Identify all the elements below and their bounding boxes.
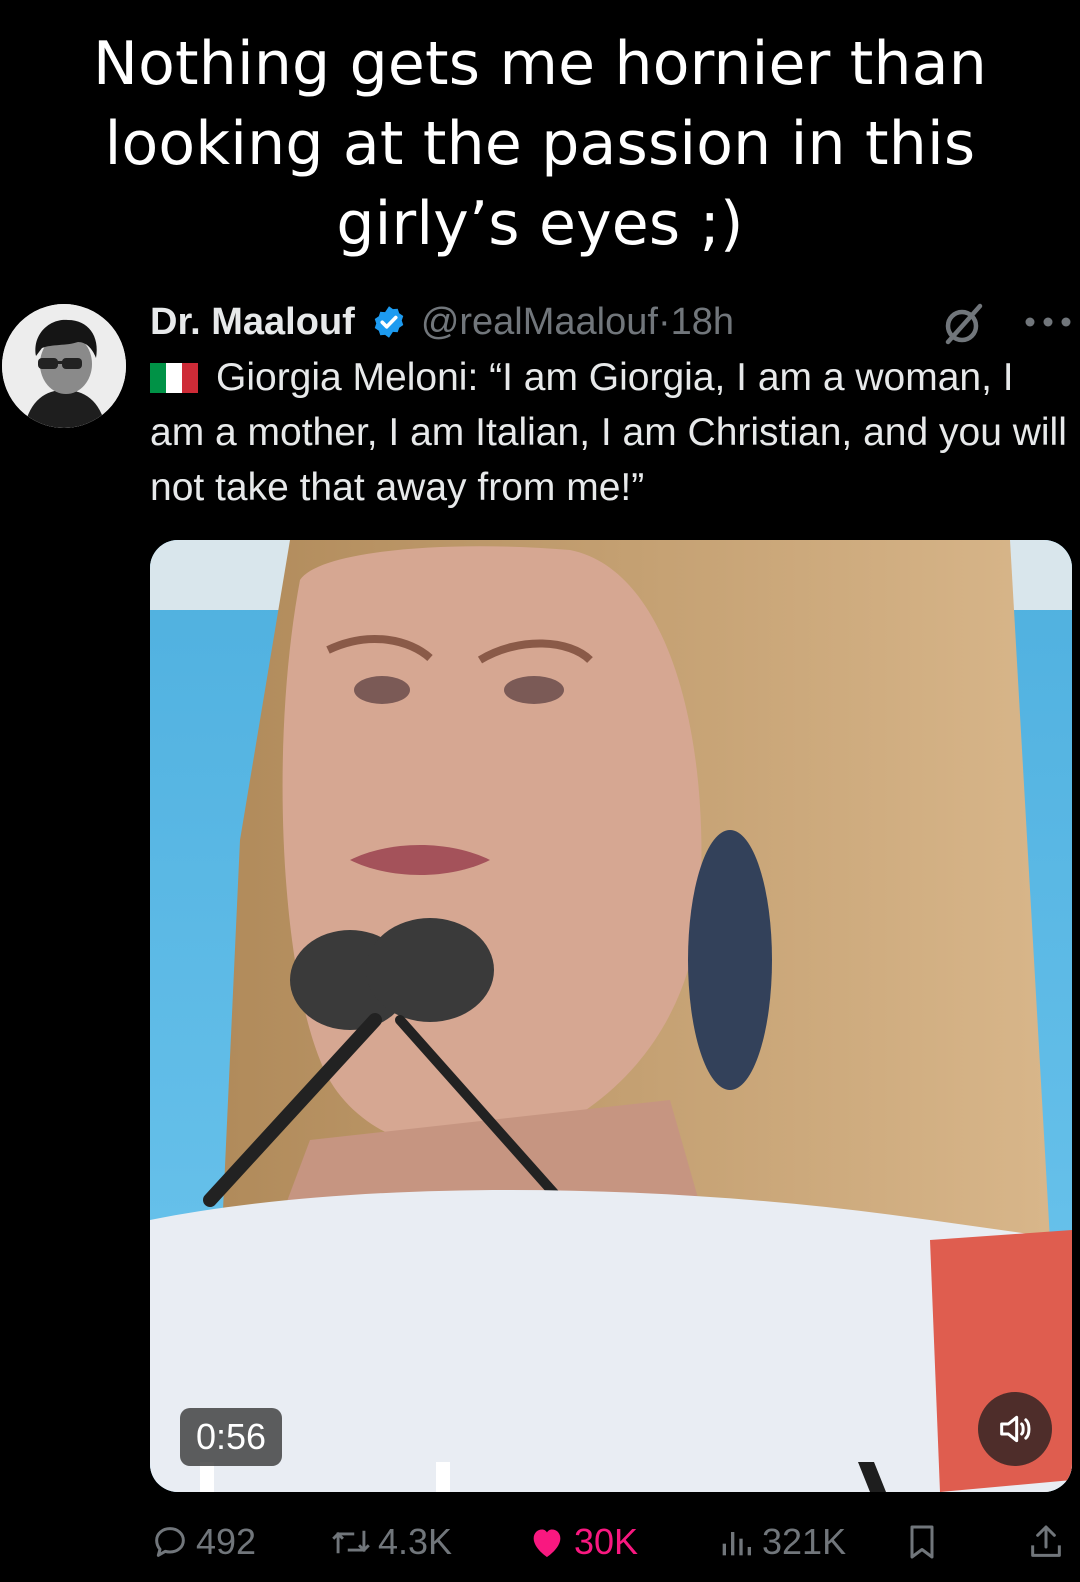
reply-icon (155, 1527, 185, 1557)
avatar[interactable] (2, 304, 126, 428)
views-button[interactable]: 321K (716, 1512, 846, 1572)
tweet-header: Dr. Maalouf @realMaalouf·18h (150, 296, 734, 348)
analytics-icon (722, 1532, 751, 1556)
share-button[interactable] (1026, 1512, 1072, 1572)
mute-toggle-button[interactable] (978, 1392, 1052, 1466)
italy-flag-icon (150, 363, 198, 393)
repost-icon (332, 1530, 370, 1554)
video-thumbnail (150, 540, 1072, 1492)
tweet-actions: 492 4.3K 30K 321K (150, 1512, 1080, 1572)
verified-badge-icon (371, 304, 407, 340)
speaker-icon (1000, 1415, 1031, 1443)
repost-button[interactable]: 4.3K (330, 1512, 452, 1572)
view-count: 321K (762, 1521, 847, 1562)
more-options-icon[interactable] (1020, 306, 1076, 338)
share-icon (1031, 1525, 1061, 1557)
caption-line: Nothing gets me hornier than (93, 29, 987, 99)
caption-text: Nothing gets me hornier than looking at … (40, 24, 1040, 264)
caption-line: looking at the passion in this (104, 109, 976, 179)
caption-line: girly’s eyes ;) (336, 189, 744, 259)
reply-count: 492 (196, 1521, 257, 1562)
video-player[interactable]: 0:56 (150, 540, 1072, 1492)
separator: · (657, 300, 671, 343)
heart-icon (533, 1529, 561, 1557)
bookmark-icon (910, 1525, 934, 1559)
bookmark-button[interactable] (902, 1512, 948, 1572)
handle[interactable]: @realMaalouf (421, 301, 658, 343)
timestamp[interactable]: 18h (671, 301, 734, 343)
reply-button[interactable]: 492 (150, 1512, 256, 1572)
grok-icon[interactable] (940, 300, 988, 348)
tweet-text: Giorgia Meloni: “I am Giorgia, I am a wo… (150, 350, 1075, 515)
handle-line: @realMaalouf·18h (421, 301, 734, 344)
like-count: 30K (574, 1521, 639, 1562)
display-name[interactable]: Dr. Maalouf (150, 301, 355, 344)
repost-count: 4.3K (378, 1521, 453, 1562)
video-duration: 0:56 (180, 1408, 283, 1466)
like-button[interactable]: 30K (526, 1512, 638, 1572)
tweet-body: Giorgia Meloni: “I am Giorgia, I am a wo… (150, 356, 1067, 509)
